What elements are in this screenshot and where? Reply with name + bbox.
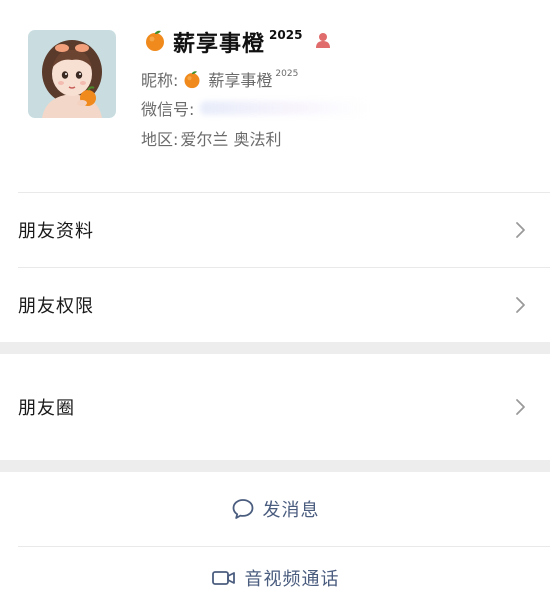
female-user-icon — [314, 31, 332, 53]
video-camera-icon — [211, 569, 237, 587]
chevron-right-icon — [514, 221, 526, 239]
wechat-id-label: 微信号: — [141, 100, 195, 119]
display-name: 薪享事橙 — [173, 32, 266, 57]
orange-icon — [143, 28, 167, 56]
region-label: 地区: — [141, 130, 179, 149]
chevron-right-icon — [514, 296, 526, 314]
friend-permissions-label: 朋友权限 — [18, 296, 94, 317]
send-message-button[interactable]: 发消息 — [0, 472, 550, 546]
chat-bubble-icon — [231, 498, 255, 520]
nickname-label: 昵称: — [141, 71, 179, 90]
friend-profile-row[interactable]: 朋友资料 — [0, 193, 550, 267]
friend-permissions-row[interactable]: 朋友权限 — [0, 268, 550, 342]
nickname-value: 薪享事橙 — [208, 71, 273, 90]
send-message-label: 发消息 — [262, 500, 320, 521]
wechat-id-line[interactable]: 微信号: — [141, 96, 371, 120]
region-value: 爱尔兰 奥法利 — [180, 130, 282, 149]
nickname-line: 昵称: 薪享事橙 2025 — [141, 67, 298, 91]
avatar[interactable] — [28, 30, 116, 118]
wechat-id-redacted — [200, 101, 371, 115]
chevron-right-icon — [514, 398, 526, 416]
orange-icon — [182, 69, 202, 89]
moments-row[interactable]: 朋友圈 — [0, 354, 550, 460]
contact-profile-page: 薪享事橙 2025 昵称: 薪享事橙 2025 微信号: 地区: 爱尔兰 奥法利… — [0, 0, 550, 608]
display-name-row: 薪享事橙 2025 — [143, 22, 332, 62]
moments-label: 朋友圈 — [18, 398, 75, 419]
nickname-superscript: 2025 — [275, 69, 299, 79]
section-gap — [0, 460, 550, 472]
av-call-label: 音视频通话 — [244, 568, 340, 590]
section-gap — [0, 342, 550, 354]
display-name-superscript: 2025 — [269, 28, 303, 42]
profile-header: 薪享事橙 2025 昵称: 薪享事橙 2025 微信号: 地区: 爱尔兰 奥法利 — [0, 0, 550, 192]
friend-profile-label: 朋友资料 — [18, 221, 94, 242]
av-call-button[interactable]: 音视频通话 — [0, 547, 550, 608]
region-line: 地区: 爱尔兰 奥法利 — [141, 126, 282, 150]
